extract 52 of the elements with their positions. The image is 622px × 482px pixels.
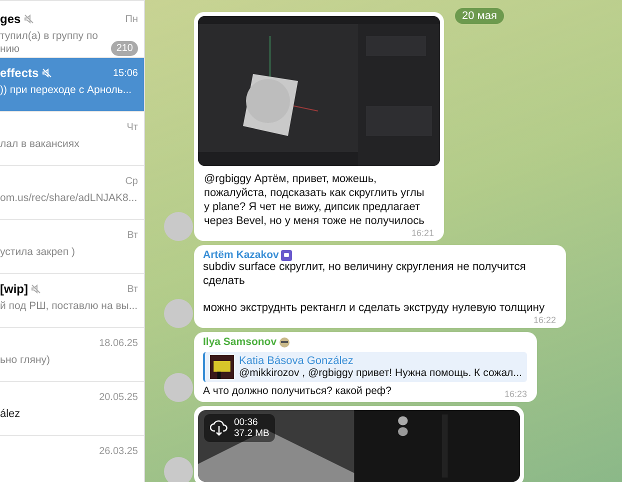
chat-time: 20.05.25 (99, 392, 138, 402)
sender-name[interactable]: Ilya Samsonov (203, 336, 277, 348)
chat-preview: лал в вакансиях (0, 138, 80, 151)
reply-text: @mikkirozov , @rgbiggy привет! Нужна помощь. К сожал... (239, 367, 522, 379)
chat-preview: ьно гляну) (0, 354, 51, 367)
chat-preview: й под РШ, поставлю на вы... (0, 300, 138, 313)
chat-time: Вт (127, 284, 138, 294)
chat-time: 18.06.25 (99, 338, 138, 348)
message-text: @rgbiggy Артём, привет, можешь, пожалуйста, подсказать как скруглить углы у plane? Я чет не вижу, дипсик предлагает через Bevel, но у меня тоже не получилось (203, 172, 426, 228)
chat-list-item[interactable]: Ср om.us/rec/share/adLNJAK8... (0, 166, 144, 220)
chat-time: Чт (126, 122, 138, 132)
avatar (164, 456, 193, 482)
chat-time: Вт (127, 230, 138, 240)
message-time: 16:22 (533, 315, 556, 325)
avatar (164, 212, 193, 241)
video-message[interactable]: 00:36 37.2 MB (194, 406, 524, 482)
chat-preview: нию (0, 43, 21, 56)
chat-time: 26.03.25 (99, 446, 138, 456)
reply-author: Katia Básova González (239, 355, 354, 367)
chat-list-item[interactable]: Чт лал в вакансиях (0, 112, 144, 166)
chat-preview: тупил(а) в группу по (0, 30, 99, 43)
chat-sender: ález (0, 408, 22, 421)
chat-list-item[interactable]: effects 15:06 )) при переходе с Арноль... (0, 58, 144, 112)
chat-title: ges (0, 12, 21, 26)
chat-list-item[interactable]: 20.05.25 ález (0, 382, 144, 436)
chat-list-item[interactable]: 18.06.25 ьно гляну) (0, 328, 144, 382)
chat-time: Ср (125, 176, 138, 186)
chat-title: [wip] (0, 282, 28, 296)
date-pill: 20 мая (455, 8, 504, 24)
chat-list-item[interactable]: [wip] Вт й под РШ, поставлю на вы... (0, 274, 144, 328)
emoji-icon (278, 336, 290, 348)
message-text: subdiv surface скруглит, но величину скругления не получится сделать можно экструднть ректангл и сделать экструду нулевую толщину (203, 261, 546, 315)
avatar (164, 372, 193, 402)
chat-preview: устила закреп ) (0, 246, 76, 259)
message-time: 16:21 (411, 228, 435, 238)
sender-name[interactable]: Artëm Kazakov (203, 249, 279, 261)
message-time: 16:23 (504, 388, 527, 398)
video-size: 37.2 MB (234, 428, 270, 438)
chat-preview: om.us/rec/share/adLNJAK8... (0, 192, 138, 205)
chat-preview: )) при переходе с Арноль... (0, 84, 133, 97)
chat-list-item[interactable]: Вт устила закреп ) (0, 220, 144, 274)
reply-quote[interactable]: Katia Básova González @mikkirozov , @rgbiggy привет! Нужна помощь. К сожал... (203, 352, 527, 382)
chat-list-item[interactable]: 26.03.25 (0, 436, 144, 482)
chat-title: effects (0, 66, 39, 80)
badge-icon (280, 250, 292, 260)
cloud-download-icon[interactable] (210, 420, 228, 436)
chat-time: Пн (125, 14, 138, 24)
chat-time: 15:06 (112, 68, 138, 78)
message-text: А что должно получиться? какой реф? (203, 385, 392, 398)
video-duration: 00:36 (234, 416, 259, 428)
avatar (164, 299, 193, 328)
unread-count: 210 (111, 41, 138, 56)
